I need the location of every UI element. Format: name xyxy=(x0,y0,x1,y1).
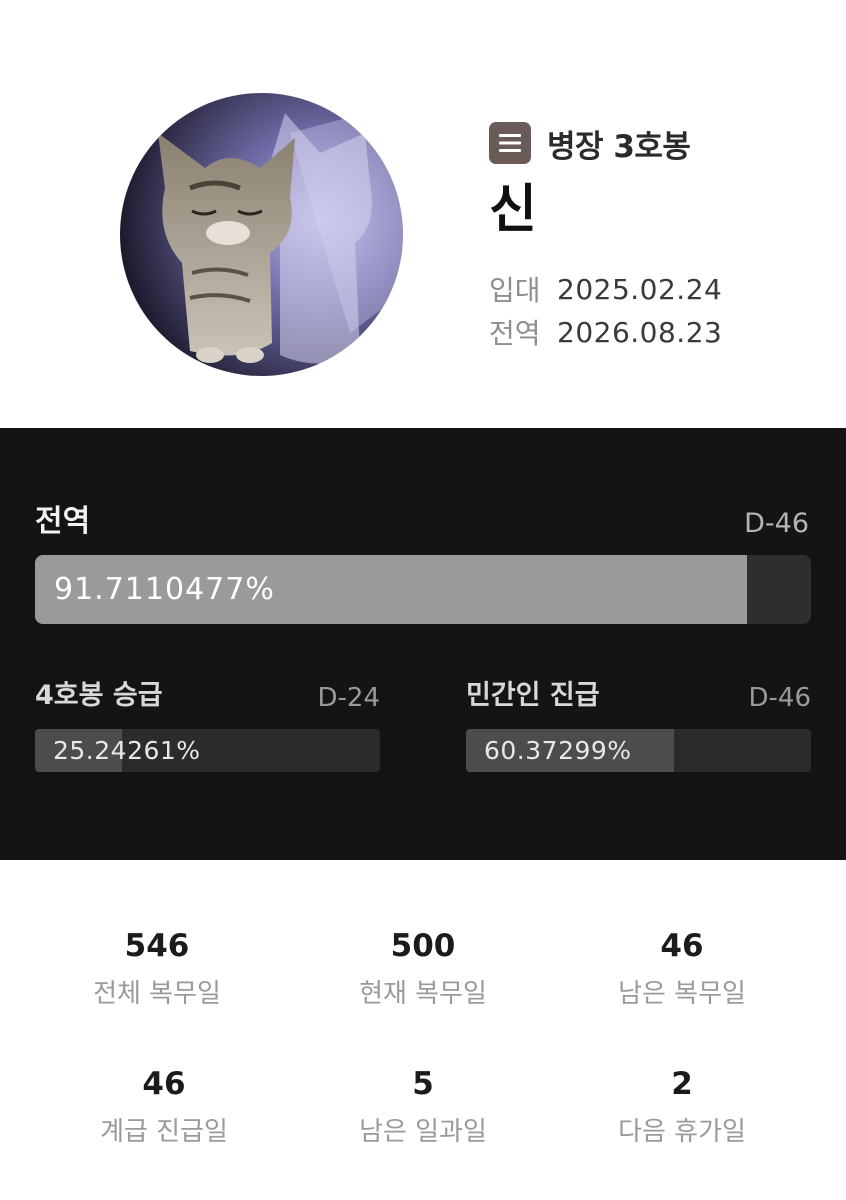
civilian-progress-title: 민간인 진급 xyxy=(466,680,600,711)
stat-label: 남은 일과일 xyxy=(359,1117,487,1147)
stat-label: 계급 진급일 xyxy=(100,1117,228,1147)
discharge-progress-percent: 91.7110477% xyxy=(54,572,275,607)
enlist-date-row: 입대 2025.02.24 xyxy=(489,269,722,309)
stat-value: 500 xyxy=(390,928,456,964)
civilian-progress-bar: 60.37299% xyxy=(466,729,811,772)
enlist-date: 2025.02.24 xyxy=(557,272,723,306)
stat-label: 전체 복무일 xyxy=(93,979,221,1009)
stat-value: 46 xyxy=(142,1066,186,1102)
stat-value: 2 xyxy=(671,1066,693,1102)
avatar-image xyxy=(120,93,403,376)
stat-rank-promotion-days: 46 계급 진급일 xyxy=(34,1064,294,1150)
avatar[interactable] xyxy=(120,93,403,376)
promotion-dday: D-24 xyxy=(317,683,381,713)
stats-grid: 546 전체 복무일 500 현재 복무일 46 남은 복무일 46 계급 진급… xyxy=(0,860,846,1200)
civilian-dday: D-46 xyxy=(748,683,812,713)
stat-total-service-days: 546 전체 복무일 xyxy=(27,926,287,1012)
app-screen: 병장 3호봉 신 입대 2025.02.24 전역 2026.08.23 전역 … xyxy=(0,0,846,1200)
profile-section: 병장 3호봉 신 입대 2025.02.24 전역 2026.08.23 xyxy=(0,0,846,428)
promotion-progress-title: 4호봉 승급 xyxy=(35,680,163,711)
promotion-progress-bar: 25.24261% xyxy=(35,729,380,772)
stat-value: 546 xyxy=(124,928,190,964)
discharge-date: 2026.08.23 xyxy=(557,315,723,349)
progress-panel: 전역 D-46 91.7110477% 4호봉 승급 D-24 25.24261… xyxy=(0,428,846,860)
stat-remaining-workdays: 5 남은 일과일 xyxy=(293,1064,553,1150)
stat-label: 다음 휴가일 xyxy=(618,1117,746,1147)
discharge-label: 전역 xyxy=(489,317,541,350)
stat-label: 현재 복무일 xyxy=(359,979,487,1009)
discharge-progress-title: 전역 xyxy=(35,504,91,539)
discharge-date-row: 전역 2026.08.23 xyxy=(489,312,722,352)
rank-row: 병장 3호봉 xyxy=(489,122,691,165)
list-icon xyxy=(489,122,531,164)
stat-next-leave-days: 2 다음 휴가일 xyxy=(552,1064,812,1150)
discharge-progress-bar: 91.7110477% xyxy=(35,555,811,624)
enlist-label: 입대 xyxy=(489,274,541,307)
stat-value: 46 xyxy=(660,928,704,964)
stat-current-service-days: 500 현재 복무일 xyxy=(293,926,553,1012)
promotion-progress-percent: 25.24261% xyxy=(53,736,201,765)
stat-value: 5 xyxy=(412,1066,434,1102)
rank-label: 병장 3호봉 xyxy=(547,128,691,165)
user-name: 신 xyxy=(489,180,537,240)
stat-remaining-service-days: 46 남은 복무일 xyxy=(552,926,812,1012)
discharge-dday: D-46 xyxy=(744,508,809,539)
civilian-progress-percent: 60.37299% xyxy=(484,736,632,765)
stat-label: 남은 복무일 xyxy=(618,979,746,1009)
